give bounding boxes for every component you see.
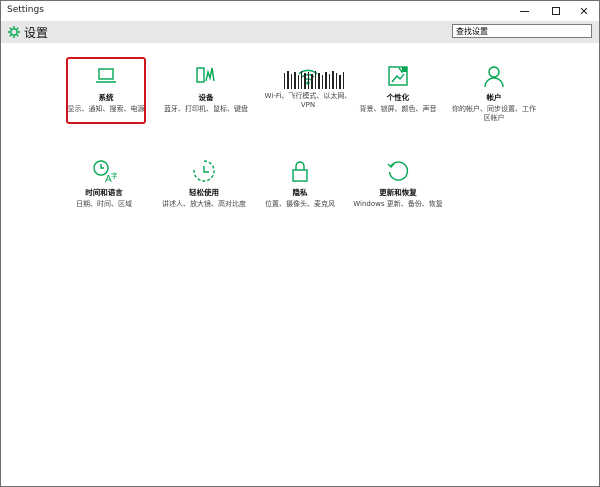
time-language-icon: A 字 [93, 160, 117, 184]
tile-time-language[interactable]: A 字 时间和语言 日期、时间、区域 [59, 158, 149, 209]
selection-highlight [66, 57, 146, 124]
tile-update-recovery[interactable]: 更新和恢复 Windows 更新、备份、恢复 [353, 158, 443, 209]
search-input[interactable] [452, 24, 592, 38]
tile-name: 帐户 [486, 93, 502, 102]
tile-privacy[interactable]: 隐私 位置、摄像头、麦克风 [255, 158, 345, 209]
title-bar: Settings ✕ [1, 1, 599, 21]
tile-description: 讲述人、放大镜、高对比度 [162, 200, 246, 208]
tile-ease-of-access[interactable]: 轻松使用 讲述人、放大镜、高对比度 [159, 158, 249, 209]
close-button[interactable]: ✕ [569, 1, 599, 21]
tile-description: 位置、摄像头、麦克风 [265, 200, 335, 208]
tile-description: Windows 更新、备份、恢复 [353, 200, 443, 208]
tile-description: 你的帐户、同步设置、工作区帐户 [452, 105, 536, 122]
tile-personalization[interactable]: 个性化 背景、锁屏、颜色、声音 [353, 63, 443, 114]
tile-description: 蓝牙、打印机、鼠标、键盘 [164, 105, 248, 113]
personalization-icon [388, 66, 408, 86]
maximize-icon [552, 7, 560, 15]
tile-name: 隐私 [292, 188, 308, 197]
tile-devices[interactable]: 设备 蓝牙、打印机、鼠标、键盘 [161, 63, 251, 114]
gear-icon [8, 26, 20, 38]
minimize-icon [519, 10, 529, 12]
devices-icon [196, 67, 215, 83]
tile-description: 背景、锁屏、颜色、声音 [359, 105, 437, 113]
tile-name: 轻松使用 [189, 188, 219, 197]
tile-name: 个性化 [386, 93, 410, 102]
settings-window: Settings ✕ 设置 系统 显示、通知、搜索、电源 [0, 0, 600, 487]
svg-text:字: 字 [111, 171, 117, 180]
close-icon: ✕ [579, 4, 589, 18]
lock-icon [292, 161, 308, 182]
update-recovery-icon [387, 161, 409, 181]
ease-of-access-icon [193, 160, 215, 182]
accounts-icon [484, 66, 504, 88]
maximize-button[interactable] [541, 1, 571, 21]
tile-name: 设备 [198, 93, 214, 102]
tile-description: 日期、时间、区域 [76, 200, 132, 208]
tile-name: 时间和语言 [85, 188, 123, 197]
minimize-button[interactable] [509, 1, 539, 21]
tile-description: Wi-Fi、飞行模式、以太网、VPN [264, 92, 352, 109]
page-title: 设置 [24, 26, 49, 40]
tile-accounts[interactable]: 帐户 你的帐户、同步设置、工作区帐户 [449, 63, 539, 123]
tile-name: 更新和恢复 [379, 188, 417, 197]
watermark-stripes [284, 71, 344, 89]
window-title: Settings [7, 5, 44, 15]
